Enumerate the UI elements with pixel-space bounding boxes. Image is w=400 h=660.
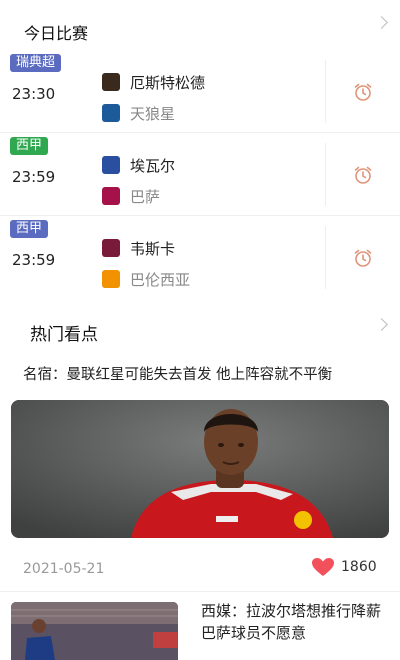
- home-team: 埃瓦尔: [102, 153, 175, 177]
- match-time: 23:30: [12, 85, 56, 103]
- hot-news-title: 热门看点: [30, 325, 98, 345]
- hot-news-section: 热门看点 名宿：曼联红星可能失去首发 他上阵容就不平衡 2021-05-21 1…: [0, 298, 400, 660]
- divider: [325, 60, 326, 123]
- team-logo-icon: [102, 239, 120, 257]
- like-button[interactable]: 1860: [311, 557, 377, 577]
- heart-icon: [312, 558, 334, 576]
- home-team: 厄斯特松德: [102, 70, 205, 94]
- match-row[interactable]: 西甲 23:59 埃瓦尔 巴萨: [0, 133, 400, 216]
- team-logo-icon: [102, 187, 120, 205]
- team-logo-icon: [102, 73, 120, 91]
- league-badge: 西甲: [10, 220, 49, 238]
- chevron-right-icon[interactable]: [375, 16, 388, 29]
- match-row[interactable]: 西甲 23:59 韦斯卡 巴伦西亚: [0, 216, 400, 299]
- alarm-clock-icon[interactable]: [353, 165, 373, 185]
- hero-image[interactable]: [11, 400, 389, 538]
- home-team-name: 埃瓦尔: [130, 156, 176, 175]
- league-badge: 西甲: [10, 137, 49, 155]
- league-badge: 瑞典超: [10, 54, 62, 72]
- divider: [325, 226, 326, 289]
- away-team: 天狼星: [102, 101, 175, 125]
- today-matches-header[interactable]: 今日比赛: [0, 0, 400, 50]
- team-logo-icon: [102, 270, 120, 288]
- away-team-name: 天狼星: [130, 104, 176, 123]
- alarm-clock-icon[interactable]: [353, 248, 373, 268]
- match-time: 23:59: [12, 251, 56, 269]
- news-thumbnail[interactable]: [11, 602, 178, 660]
- home-team-name: 韦斯卡: [130, 239, 176, 258]
- home-team: 韦斯卡: [102, 236, 175, 260]
- team-logo-icon: [102, 104, 120, 122]
- alarm-clock-icon[interactable]: [353, 82, 373, 102]
- away-team: 巴伦西亚: [102, 267, 190, 291]
- away-team: 巴萨: [102, 184, 160, 208]
- match-row[interactable]: 瑞典超 23:30 厄斯特松德 天狼星: [0, 50, 400, 133]
- like-count: 1860: [341, 559, 377, 575]
- today-matches-title: 今日比赛: [24, 24, 89, 43]
- chevron-right-icon[interactable]: [375, 318, 388, 331]
- away-team-name: 巴萨: [130, 187, 161, 206]
- away-team-name: 巴伦西亚: [130, 270, 191, 289]
- news-date: 2021-05-21: [23, 561, 105, 577]
- team-logo-icon: [102, 156, 120, 174]
- match-time: 23:59: [12, 168, 56, 186]
- headline-text[interactable]: 名宿：曼联红星可能失去首发 他上阵容就不平衡: [23, 363, 332, 384]
- divider: [325, 143, 326, 206]
- home-team-name: 厄斯特松德: [130, 73, 206, 92]
- news-item-title[interactable]: 西媒：拉波尔塔想推行降薪 巴萨球员不愿意: [201, 600, 386, 644]
- divider: [0, 591, 400, 592]
